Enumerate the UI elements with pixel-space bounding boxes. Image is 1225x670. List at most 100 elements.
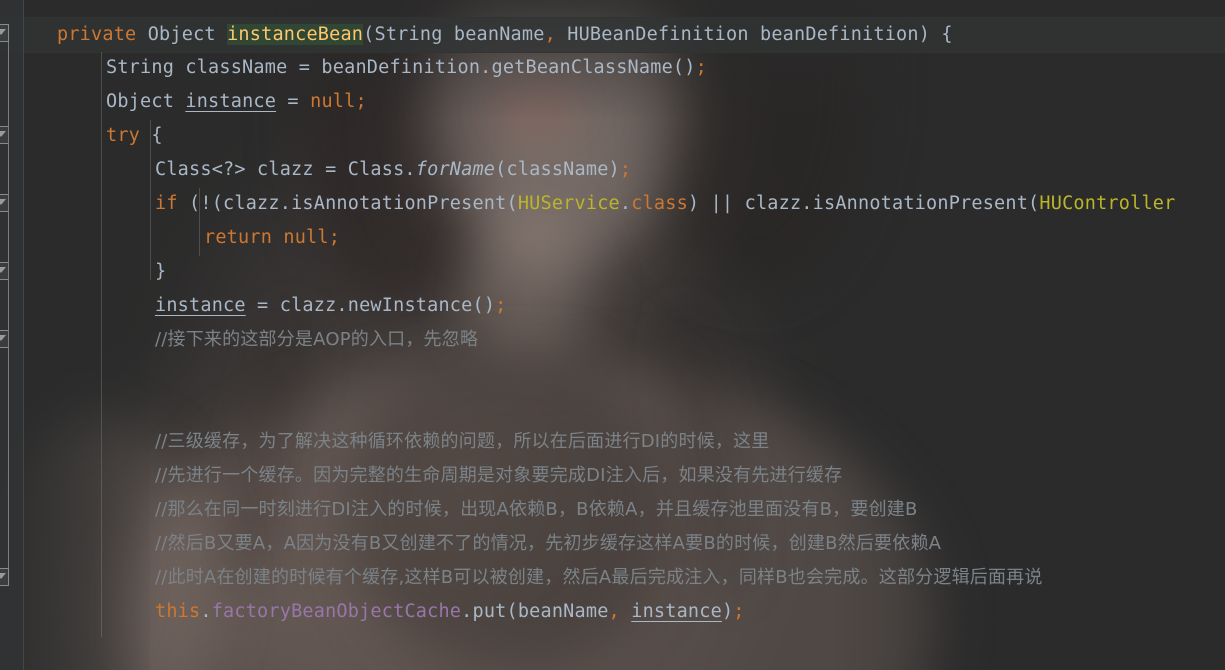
code-line-text: this.factoryBeanObjectCache.put(beanName…	[155, 595, 745, 629]
code-line-text: Class<?> clazz = Class.forName(className…	[155, 153, 631, 187]
code-token: beanName	[442, 24, 545, 45]
code-token: ;	[695, 57, 707, 78]
code-token: (className)	[495, 159, 620, 180]
code-token: null	[310, 91, 356, 112]
code-line[interactable]: //那么在同一时刻进行DI注入的时候，出现A依赖B，B依赖A，并且缓存池里面没有…	[0, 493, 1225, 527]
code-token: ;	[733, 601, 745, 622]
code-line[interactable]: Object instance = null;	[0, 85, 1225, 119]
code-line-text: //先进行一个缓存。因为完整的生命周期是对象要完成DI注入后，如果没有先进行缓存	[155, 459, 842, 493]
code-line-text: instance = clazz.newInstance();	[155, 289, 507, 323]
code-editor-window: private Object instanceBean(String beanN…	[0, 0, 1225, 670]
indent-guide	[150, 120, 151, 280]
chevron-down-glyph	[0, 29, 6, 35]
code-token: if	[155, 193, 178, 214]
code-token: instanceBean	[227, 24, 364, 45]
code-token: //先进行一个缓存。因为完整的生命周期是对象要完成DI注入后，如果没有先进行缓存	[155, 465, 843, 486]
code-token: //那么在同一时刻进行DI注入的时候，出现A依赖B，B依赖A，并且缓存池里面没有…	[155, 499, 918, 520]
fold-region-line	[8, 42, 9, 568]
code-token: HUController	[1039, 193, 1176, 214]
code-line-text: private Object instanceBean(String beanN…	[57, 18, 953, 52]
code-token: Object	[147, 24, 216, 45]
code-token: String	[106, 57, 175, 78]
code-token: forName	[415, 159, 496, 180]
code-line[interactable]: Class<?> clazz = Class.forName(className…	[0, 153, 1225, 187]
code-token: (!(clazz.isAnnotationPresent(	[177, 193, 518, 214]
chevron-down-glyph	[0, 131, 6, 137]
code-token: {	[140, 125, 163, 146]
code-line-text: try {	[106, 119, 163, 153]
code-token: =	[276, 91, 311, 112]
code-token: class	[631, 193, 688, 214]
code-token: instance	[155, 295, 246, 316]
code-line[interactable]: }	[0, 255, 1225, 289]
editor-gutter[interactable]	[0, 0, 24, 670]
code-token: instance	[631, 601, 722, 622]
chevron-down-icon[interactable]	[0, 24, 9, 42]
code-token: instance	[185, 91, 277, 112]
code-line[interactable]: //三级缓存，为了解决这种循环依赖的问题，所以在后面进行DI的时候，这里	[0, 425, 1225, 459]
code-line[interactable]	[0, 391, 1225, 425]
code-token: //三级缓存，为了解决这种循环依赖的问题，所以在后面进行DI的时候，这里	[155, 431, 770, 452]
code-token: HUService	[517, 193, 620, 214]
code-token: ;	[328, 227, 341, 248]
code-token: Object	[106, 91, 175, 112]
code-token: = clazz.newInstance()	[245, 295, 496, 316]
code-token: }	[155, 261, 167, 282]
code-line-text: }	[155, 255, 166, 289]
editor-text-area[interactable]: private Object instanceBean(String beanN…	[0, 0, 1225, 670]
code-token: String	[374, 24, 443, 45]
code-token: ,	[608, 601, 620, 622]
code-line[interactable]: if (!(clazz.isAnnotationPresent(HUServic…	[0, 187, 1225, 221]
code-token: .put(beanName	[461, 601, 609, 622]
code-token: .	[200, 601, 212, 622]
code-line[interactable]: //然后B又要A，A因为没有B又创建不了的情况，先初步缓存这样A要B的时候，创建…	[0, 527, 1225, 561]
code-token: className = beanDefinition.getBeanClassN…	[174, 57, 696, 78]
code-line-text: //然后B又要A，A因为没有B又创建不了的情况，先初步缓存这样A要B的时候，创建…	[155, 527, 941, 561]
code-token: .	[619, 193, 632, 214]
chevron-down-icon[interactable]	[0, 568, 9, 586]
code-token: factoryBeanObjectCache	[211, 601, 462, 622]
code-line[interactable]: //此时A在创建的时候有个缓存,这样B可以被创建，然后A最后完成注入，同样B也会…	[0, 561, 1225, 595]
code-token: return	[204, 227, 273, 248]
code-line-text: //三级缓存，为了解决这种循环依赖的问题，所以在后面进行DI的时候，这里	[155, 425, 770, 459]
code-line-text: String className = beanDefinition.getBea…	[106, 51, 707, 85]
code-token: //此时A在创建的时候有个缓存,这样B可以被创建，然后A最后完成注入，同样B也会…	[155, 567, 1043, 588]
code-line[interactable]: instance = clazz.newInstance();	[0, 289, 1225, 323]
code-token: (	[363, 24, 375, 45]
code-line[interactable]: //先进行一个缓存。因为完整的生命周期是对象要完成DI注入后，如果没有先进行缓存	[0, 459, 1225, 493]
code-token: private	[57, 24, 137, 45]
code-token: //接下来的这部分是AOP的入口，先忽略	[155, 329, 479, 350]
code-token: this	[155, 601, 201, 622]
code-line[interactable]: return null;	[0, 221, 1225, 255]
code-token: ) || clazz.isAnnotationPresent(	[687, 193, 1040, 214]
code-line-text: //此时A在创建的时候有个缓存,这样B可以被创建，然后A最后完成注入，同样B也会…	[155, 561, 1043, 595]
code-line[interactable]: this.factoryBeanObjectCache.put(beanName…	[0, 595, 1225, 629]
code-token: ;	[355, 91, 367, 112]
code-line-text: Object instance = null;	[106, 85, 367, 119]
code-line-current[interactable]: private Object instanceBean(String beanN…	[0, 17, 1225, 53]
code-line[interactable]: //接下来的这部分是AOP的入口，先忽略	[0, 323, 1225, 357]
code-line[interactable]: try {	[0, 119, 1225, 153]
code-token: ) {	[918, 24, 953, 45]
code-line-text: //接下来的这部分是AOP的入口，先忽略	[155, 323, 478, 357]
code-line[interactable]: String className = beanDefinition.getBea…	[0, 51, 1225, 85]
code-token: //然后B又要A，A因为没有B又创建不了的情况，先初步缓存这样A要B的时候，创建…	[155, 533, 942, 554]
chevron-down-glyph	[0, 573, 6, 579]
code-line-text: return null;	[204, 221, 340, 255]
code-token: try	[106, 125, 141, 146]
code-line-text: if (!(clazz.isAnnotationPresent(HUServic…	[155, 187, 1175, 221]
chevron-down-glyph	[0, 199, 6, 205]
code-line[interactable]	[0, 357, 1225, 391]
code-token: )	[721, 601, 734, 622]
code-token: Class<?> clazz = Class.	[155, 159, 416, 180]
code-line-text: //那么在同一时刻进行DI注入的时候，出现A依赖B，B依赖A，并且缓存池里面没有…	[155, 493, 918, 527]
chevron-down-glyph	[0, 267, 6, 273]
code-token: ;	[495, 295, 507, 316]
indent-guide	[101, 52, 102, 637]
code-token: null	[283, 227, 329, 248]
